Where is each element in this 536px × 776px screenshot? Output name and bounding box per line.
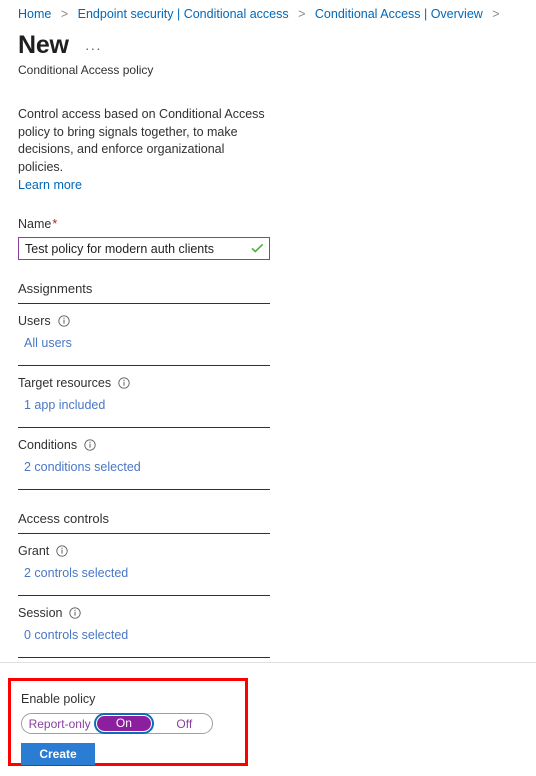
row-label-text: Target resources [18,376,112,390]
row-conditions: Conditions [0,428,536,453]
row-target-resources: Target resources [0,366,536,391]
section-heading: Assignments [18,281,93,296]
enable-policy-highlight-box: Enable policy Report-only On Off Create [8,678,248,766]
intro-description: Control access based on Conditional Acce… [18,107,265,174]
name-label-text: Name [18,217,52,231]
row-label: Target resources [18,375,536,391]
page-header: New ··· [0,22,536,60]
create-button[interactable]: Create [21,743,95,765]
checkmark-icon [248,240,266,258]
breadcrumb: Home > Endpoint security | Conditional a… [0,0,536,22]
breadcrumb-separator: > [298,7,306,21]
row-label-text: Conditions [18,438,78,452]
breadcrumb-separator: > [60,7,69,21]
name-input[interactable] [19,241,248,256]
divider [18,489,270,490]
row-label-text: Grant [18,544,50,558]
page-title: New [18,31,69,59]
more-options-button[interactable]: ··· [85,40,102,56]
footer-separator [0,662,536,663]
info-icon[interactable] [118,377,130,389]
row-label: Grant [18,543,536,559]
name-input-wrapper[interactable] [18,237,270,260]
info-icon[interactable] [84,439,96,451]
toggle-option-off[interactable]: Off [157,717,212,731]
breadcrumb-item-conditional-access-overview[interactable]: Conditional Access | Overview [315,7,483,21]
page-subtitle: Conditional Access policy [18,63,154,77]
row-label: Users [18,313,536,329]
breadcrumb-item-endpoint-security[interactable]: Endpoint security | Conditional access [78,7,289,21]
row-label: Conditions [18,437,536,453]
name-field-label: Name* [0,194,536,232]
row-value-users[interactable]: All users [0,329,536,360]
row-session: Session [0,596,536,621]
row-value-target-resources[interactable]: 1 app included [0,391,536,422]
breadcrumb-item-home[interactable]: Home [18,7,51,21]
info-icon[interactable] [56,545,68,557]
toggle-option-report-only[interactable]: Report-only [22,717,97,731]
learn-more-link[interactable]: Learn more [0,176,536,194]
row-grant: Grant [0,534,536,559]
info-icon[interactable] [69,607,82,619]
info-icon[interactable] [58,315,70,327]
row-value-session[interactable]: 0 controls selected [0,621,536,652]
enable-policy-label: Enable policy [21,692,96,706]
divider [18,657,270,658]
breadcrumb-separator: > [492,7,500,21]
row-label: Session [18,605,536,621]
section-assignments: Assignments Users All users Target resou… [0,280,536,490]
toggle-option-on[interactable]: On [94,713,154,734]
row-label-text: Users [18,314,51,328]
row-label-text: Session [18,606,63,620]
row-value-grant[interactable]: 2 controls selected [0,559,536,590]
section-heading: Access controls [18,511,110,526]
section-access-controls: Access controls Grant 2 controls selecte… [0,510,536,658]
required-marker: * [52,217,58,231]
row-users: Users [0,304,536,329]
enable-policy-toggle[interactable]: Report-only On Off [21,713,213,734]
row-value-conditions[interactable]: 2 conditions selected [0,453,536,484]
